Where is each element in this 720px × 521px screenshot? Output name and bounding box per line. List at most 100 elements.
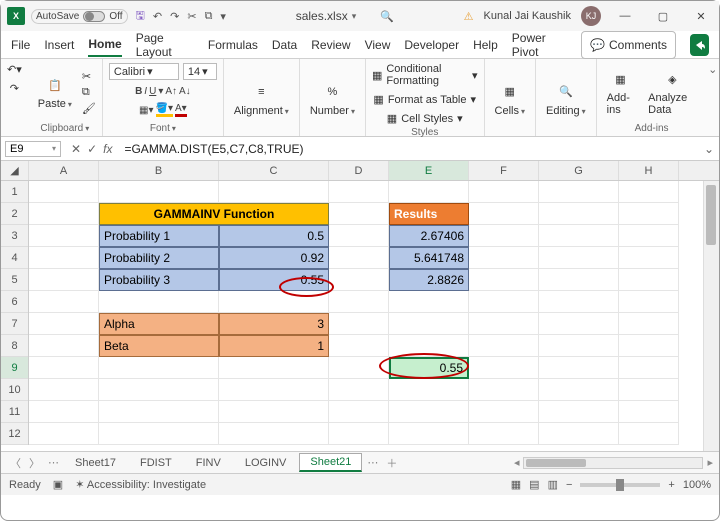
macro-recorder-icon[interactable]: ▣	[53, 478, 63, 491]
alignment-button[interactable]: ≡Alignment	[230, 81, 293, 117]
cut-button[interactable]: ✂	[82, 70, 96, 83]
font-color-button[interactable]: A▾	[175, 103, 187, 117]
tab-home[interactable]: Home	[88, 33, 121, 57]
clipboard-label[interactable]: Clipboard	[40, 123, 89, 134]
name-box[interactable]: E9▾	[5, 141, 61, 157]
col-header-A[interactable]: A	[29, 161, 99, 180]
row-header-6[interactable]: 6	[1, 291, 28, 313]
formula-input[interactable]: =GAMMA.DIST(E5,C7,C8,TRUE)	[118, 142, 699, 156]
cell-E9[interactable]: 0.55	[389, 357, 469, 379]
row-header-8[interactable]: 8	[1, 335, 28, 357]
row-header-5[interactable]: 5	[1, 269, 28, 291]
zoom-in-icon[interactable]: +	[668, 479, 674, 491]
cell-B8[interactable]: Beta	[99, 335, 219, 357]
font-family-select[interactable]: Calibri▾	[109, 63, 179, 80]
tab-insert[interactable]: Insert	[44, 34, 74, 56]
tab-help[interactable]: Help	[473, 34, 498, 56]
tab-formulas[interactable]: Formulas	[208, 34, 258, 56]
expand-formula-bar-icon[interactable]: ⌄	[699, 142, 719, 156]
cell-C7[interactable]: 3	[219, 313, 329, 335]
col-header-C[interactable]: C	[219, 161, 329, 180]
sheet-tab-finv[interactable]: FINV	[185, 454, 232, 472]
zoom-slider[interactable]	[580, 483, 660, 487]
col-header-B[interactable]: B	[99, 161, 219, 180]
font-label[interactable]: Font	[150, 123, 176, 134]
copy-button[interactable]: ⧉	[82, 86, 96, 99]
col-header-D[interactable]: D	[329, 161, 389, 180]
minimize-icon[interactable]: —	[611, 10, 639, 22]
tab-power-pivot[interactable]: Power Pivot	[512, 27, 567, 63]
conditional-formatting-button[interactable]: ▦ Conditional Formatting ▾	[372, 63, 478, 87]
cell-C4[interactable]: 0.92	[219, 247, 329, 269]
accessibility-status[interactable]: ✶ Accessibility: Investigate	[75, 478, 206, 491]
sheet-tab-sheet17[interactable]: Sheet17	[64, 454, 127, 472]
view-page-break-icon[interactable]: ▥	[548, 478, 558, 491]
new-sheet-icon[interactable]: ＋	[383, 455, 400, 471]
addins-button[interactable]: ▦Add-ins	[603, 68, 639, 116]
number-button[interactable]: %Number	[306, 81, 359, 117]
sheet-tab-loginv[interactable]: LOGINV	[234, 454, 298, 472]
collapse-ribbon-icon[interactable]: ⌄	[706, 59, 719, 136]
paste-button[interactable]: 📋 Paste	[34, 74, 76, 110]
row-header-3[interactable]: 3	[1, 225, 28, 247]
sheet-tab-more-icon[interactable]: ⋯	[364, 456, 381, 469]
tab-data[interactable]: Data	[272, 34, 297, 56]
col-header-E[interactable]: E	[389, 161, 469, 180]
fill-color-button[interactable]: 🪣▾	[156, 103, 173, 117]
cell-E5[interactable]: 2.8826	[389, 269, 469, 291]
maximize-icon[interactable]: ▢	[649, 10, 677, 23]
tab-page-layout[interactable]: Page Layout	[136, 27, 194, 63]
cell-E3[interactable]: 2.67406	[389, 225, 469, 247]
tab-view[interactable]: View	[365, 34, 391, 56]
cells-area[interactable]: GAMMAINV Function Results Probability 1 …	[29, 181, 679, 445]
tab-developer[interactable]: Developer	[404, 34, 459, 56]
col-header-F[interactable]: F	[469, 161, 539, 180]
row-header-10[interactable]: 10	[1, 379, 28, 401]
search-icon[interactable]: 🔍	[380, 10, 394, 23]
analyze-data-button[interactable]: ◈Analyze Data	[644, 68, 700, 116]
zoom-out-icon[interactable]: −	[566, 479, 572, 491]
view-page-layout-icon[interactable]: ▤	[529, 478, 539, 491]
decrease-font-button[interactable]: A↓	[179, 86, 191, 97]
row-header-7[interactable]: 7	[1, 313, 28, 335]
row-header-11[interactable]: 11	[1, 401, 28, 423]
share-button[interactable]	[690, 34, 709, 56]
bold-button[interactable]: B	[135, 86, 142, 97]
spreadsheet-grid[interactable]: ◢ A B C D E F G H 1 2 3 4 5 6 7 8 9 10 1…	[1, 161, 719, 451]
cell-B7[interactable]: Alpha	[99, 313, 219, 335]
row-header-4[interactable]: 4	[1, 247, 28, 269]
row-header-12[interactable]: 12	[1, 423, 28, 445]
italic-button[interactable]: I	[144, 86, 147, 97]
cell-B5[interactable]: Probability 3	[99, 269, 219, 291]
tab-file[interactable]: File	[11, 34, 30, 56]
autosave-toggle[interactable]: AutoSave Off	[31, 9, 128, 24]
format-as-table-button[interactable]: ▦ Format as Table ▾	[373, 93, 476, 106]
fx-icon[interactable]: fx	[103, 142, 112, 156]
cancel-formula-icon[interactable]: ✕	[71, 142, 81, 156]
view-normal-icon[interactable]: ▦	[511, 478, 521, 491]
col-header-G[interactable]: G	[539, 161, 619, 180]
redo-button[interactable]: ↷	[10, 82, 19, 95]
row-header-1[interactable]: 1	[1, 181, 28, 203]
editing-button[interactable]: 🔍Editing	[542, 81, 590, 117]
cell-E2[interactable]: Results	[389, 203, 469, 225]
underline-button[interactable]: U	[149, 86, 156, 97]
undo-icon[interactable]: ↶	[153, 10, 162, 23]
increase-font-button[interactable]: A↑	[165, 86, 177, 97]
cell-styles-button[interactable]: ▦ Cell Styles ▾	[387, 112, 463, 125]
copy-icon[interactable]: ⧉	[205, 10, 213, 23]
redo-icon[interactable]: ↷	[170, 10, 179, 23]
vertical-scrollbar[interactable]	[703, 181, 719, 451]
row-header-2[interactable]: 2	[1, 203, 28, 225]
col-header-H[interactable]: H	[619, 161, 679, 180]
cells-button[interactable]: ▦Cells	[491, 81, 529, 117]
cell-B4[interactable]: Probability 2	[99, 247, 219, 269]
cell-C5[interactable]: 0.55	[219, 269, 329, 291]
zoom-level[interactable]: 100%	[683, 479, 711, 491]
cell-B3[interactable]: Probability 1	[99, 225, 219, 247]
row-header-9[interactable]: 9	[1, 357, 28, 379]
select-all-corner[interactable]: ◢	[1, 161, 29, 180]
sheet-tab-fdist[interactable]: FDIST	[129, 454, 183, 472]
avatar[interactable]: KJ	[581, 6, 601, 26]
format-painter-button[interactable]: 🖌	[82, 102, 96, 115]
